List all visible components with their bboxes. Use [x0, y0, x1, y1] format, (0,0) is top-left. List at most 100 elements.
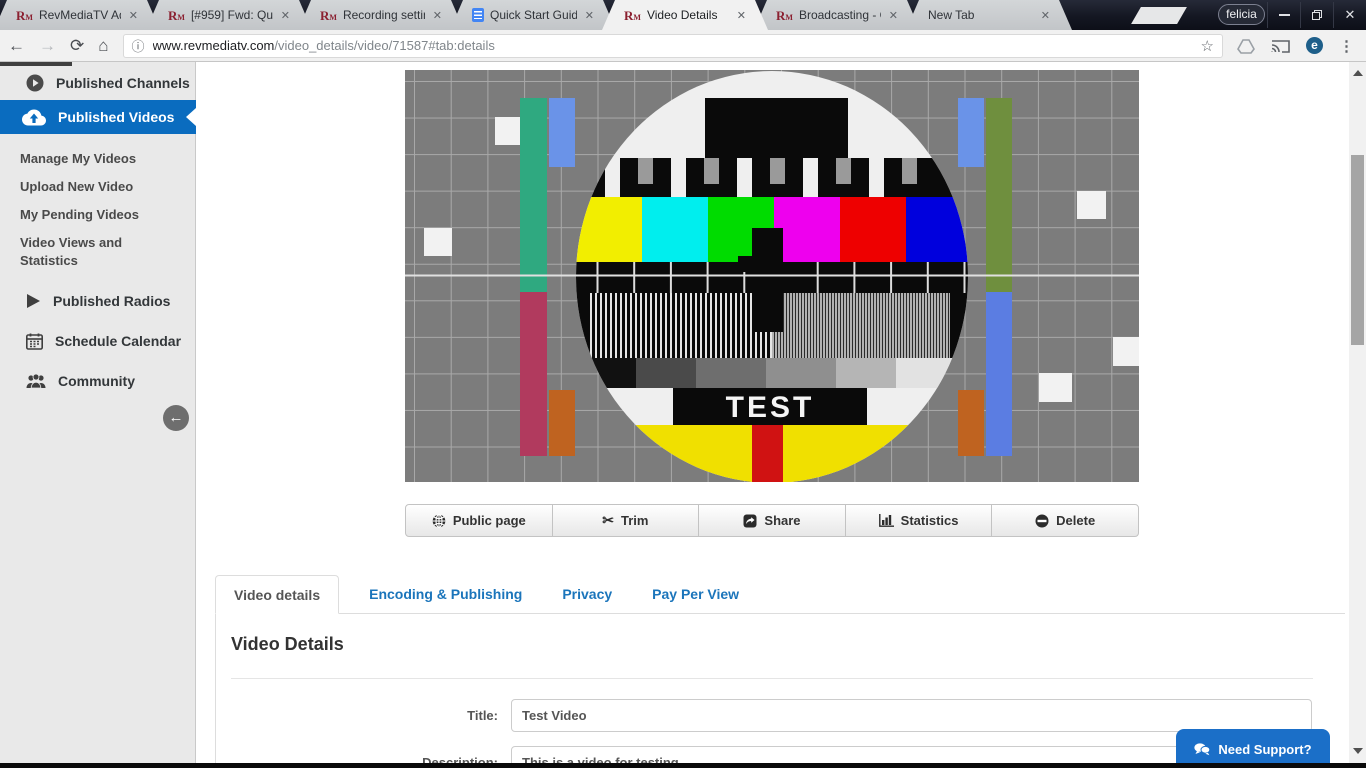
- sidebar-subitem-video-views-statistics[interactable]: Video Views and Statistics: [20, 234, 140, 270]
- scissors-icon: ✂: [602, 512, 615, 528]
- sidebar-subitem-my-pending-videos[interactable]: My Pending Videos: [20, 206, 180, 224]
- bookmark-star-icon[interactable]: ☆: [1201, 37, 1214, 55]
- public-page-button[interactable]: Public page: [405, 504, 553, 537]
- tab-broadcasting[interactable]: RM Broadcasting - Crea ✕: [754, 0, 920, 30]
- reload-icon[interactable]: ⟳: [70, 37, 84, 54]
- delete-button[interactable]: Delete: [991, 504, 1139, 537]
- button-label: Share: [764, 513, 801, 528]
- restore-icon: [1312, 10, 1322, 20]
- active-item-notch: [186, 108, 196, 126]
- bar-chart-icon: [878, 514, 894, 527]
- main-content: TEST Public page ✂ Trim Share Statistics: [196, 62, 1349, 763]
- sidebar-subitem-manage-my-videos[interactable]: Manage My Videos: [20, 150, 180, 168]
- sidebar-item-community[interactable]: Community: [0, 368, 196, 394]
- tab-close-icon[interactable]: ✕: [583, 9, 596, 22]
- scroll-up-icon[interactable]: [1353, 70, 1363, 76]
- sidebar-item-published-radios[interactable]: Published Radios: [0, 288, 196, 314]
- browser-toolbar: ← → ⟳ ⌂ ⓘ www.revmediatv.com/video_detai…: [0, 30, 1366, 62]
- video-test-card[interactable]: TEST: [405, 70, 1139, 482]
- sidebar-item-label: Community: [58, 373, 135, 389]
- minus-circle-icon: [1035, 514, 1049, 527]
- sidebar-item-published-channels[interactable]: Published Channels: [0, 68, 196, 98]
- tab-new-tab[interactable]: New Tab ✕: [906, 0, 1072, 30]
- browser-window: RM RevMediaTV Admin ✕ RM [#959] Fwd: Qui…: [0, 0, 1366, 768]
- back-icon[interactable]: ←: [8, 37, 25, 54]
- title-label: Title:: [467, 708, 498, 723]
- tab-close-icon[interactable]: ✕: [735, 9, 748, 22]
- address-bar[interactable]: ⓘ www.revmediatv.com/video_details/video…: [122, 33, 1223, 58]
- url-text: www.revmediatv.com/video_details/video/7…: [152, 38, 495, 53]
- sidebar-item-label: Published Radios: [53, 293, 171, 309]
- divider: [231, 678, 1313, 679]
- page-info-icon[interactable]: ⓘ: [132, 36, 145, 55]
- scrollbar-thumb[interactable]: [1351, 155, 1364, 345]
- sidebar-item-label: Published Channels: [56, 75, 190, 91]
- share-icon: [743, 514, 757, 527]
- sidebar-item-published-videos[interactable]: Published Videos: [0, 100, 196, 134]
- calendar-icon: [26, 333, 43, 350]
- support-button-label: Need Support?: [1218, 741, 1312, 757]
- tab-title: [#959] Fwd: Quick S: [190, 8, 273, 22]
- sidebar-item-schedule-calendar[interactable]: Schedule Calendar: [0, 328, 196, 354]
- extensions-row: e ⋮: [1237, 37, 1358, 55]
- share-button[interactable]: Share: [698, 504, 846, 537]
- tab-video-details[interactable]: RM Video Details ✕: [602, 0, 768, 30]
- revmediatv-favicon-icon: RM: [776, 7, 793, 23]
- tab-recording-settings[interactable]: RM Recording settings | ✕: [298, 0, 464, 30]
- close-window-button[interactable]: ✕: [1333, 2, 1366, 28]
- tab-title: RevMediaTV Admin: [38, 8, 119, 22]
- play-circle-icon: [26, 74, 44, 92]
- sidebar-subitem-upload-new-video[interactable]: Upload New Video: [20, 178, 180, 196]
- sidebar-cutoff-fragment: [0, 62, 72, 66]
- tab-video-details-active[interactable]: Video details: [215, 575, 340, 614]
- panel-heading: Video Details: [231, 634, 344, 654]
- tab-title: Recording settings |: [342, 8, 423, 22]
- bottom-screen-edge: [0, 763, 1366, 768]
- tab-encoding-publishing[interactable]: Encoding & Publishing: [353, 575, 538, 613]
- revmediatv-favicon-icon: RM: [168, 7, 185, 23]
- tab-title: New Tab: [928, 8, 975, 22]
- sidebar-item-label: Published Videos: [58, 109, 175, 125]
- revmediatv-favicon-icon: RM: [624, 7, 641, 23]
- users-icon: [26, 373, 46, 388]
- page-scrollbar[interactable]: [1349, 62, 1366, 763]
- restore-button[interactable]: [1300, 2, 1333, 28]
- statistics-button[interactable]: Statistics: [844, 504, 993, 537]
- minimize-button[interactable]: [1267, 2, 1300, 28]
- tab-privacy[interactable]: Privacy: [546, 575, 628, 613]
- sidebar-collapse-button[interactable]: ←: [163, 405, 189, 431]
- tab-strip: RM RevMediaTV Admin ✕ RM [#959] Fwd: Qui…: [0, 0, 1366, 30]
- tab-title: Quick Start Guide N: [490, 8, 577, 22]
- globe-icon: [432, 513, 446, 528]
- tab-pay-per-view[interactable]: Pay Per View: [636, 575, 755, 613]
- tab-close-icon[interactable]: ✕: [431, 9, 444, 22]
- scroll-down-icon[interactable]: [1353, 748, 1363, 754]
- new-tab-button[interactable]: [1131, 7, 1187, 24]
- detail-tab-bar: Video details Encoding & Publishing Priv…: [215, 575, 1345, 614]
- tab-close-icon[interactable]: ✕: [1039, 9, 1052, 22]
- revmediatv-favicon-icon: RM: [16, 7, 33, 23]
- tab-close-icon[interactable]: ✕: [127, 9, 140, 22]
- tab-quick-start-guide[interactable]: Quick Start Guide N ✕: [450, 0, 616, 30]
- home-icon[interactable]: ⌂: [98, 37, 108, 54]
- menu-dots-icon[interactable]: ⋮: [1339, 37, 1354, 55]
- cast-icon[interactable]: [1271, 38, 1290, 53]
- profile-button[interactable]: felicia: [1218, 4, 1265, 25]
- tab-close-icon[interactable]: ✕: [887, 9, 900, 22]
- tab-959-fwd-quick[interactable]: RM [#959] Fwd: Quick S ✕: [146, 0, 312, 30]
- title-input[interactable]: [511, 699, 1312, 732]
- trim-button[interactable]: ✂ Trim: [551, 504, 700, 537]
- button-label: Public page: [452, 513, 526, 528]
- forward-icon[interactable]: →: [39, 37, 56, 54]
- need-support-button[interactable]: Need Support?: [1176, 729, 1330, 763]
- video-action-buttons: Public page ✂ Trim Share Statistics Dele…: [405, 504, 1139, 537]
- play-triangle-icon: [27, 294, 40, 308]
- tab-title: Broadcasting - Crea: [798, 8, 877, 22]
- test-card-text: TEST: [726, 391, 815, 424]
- sidebar: Published Channels Published Videos Mana…: [0, 62, 196, 768]
- drive-extension-icon[interactable]: [1237, 38, 1255, 54]
- tab-revmediatv-admin[interactable]: RM RevMediaTV Admin ✕: [0, 0, 160, 30]
- cloud-upload-icon: [22, 109, 46, 125]
- e-extension-icon[interactable]: e: [1306, 37, 1323, 54]
- tab-close-icon[interactable]: ✕: [279, 9, 292, 22]
